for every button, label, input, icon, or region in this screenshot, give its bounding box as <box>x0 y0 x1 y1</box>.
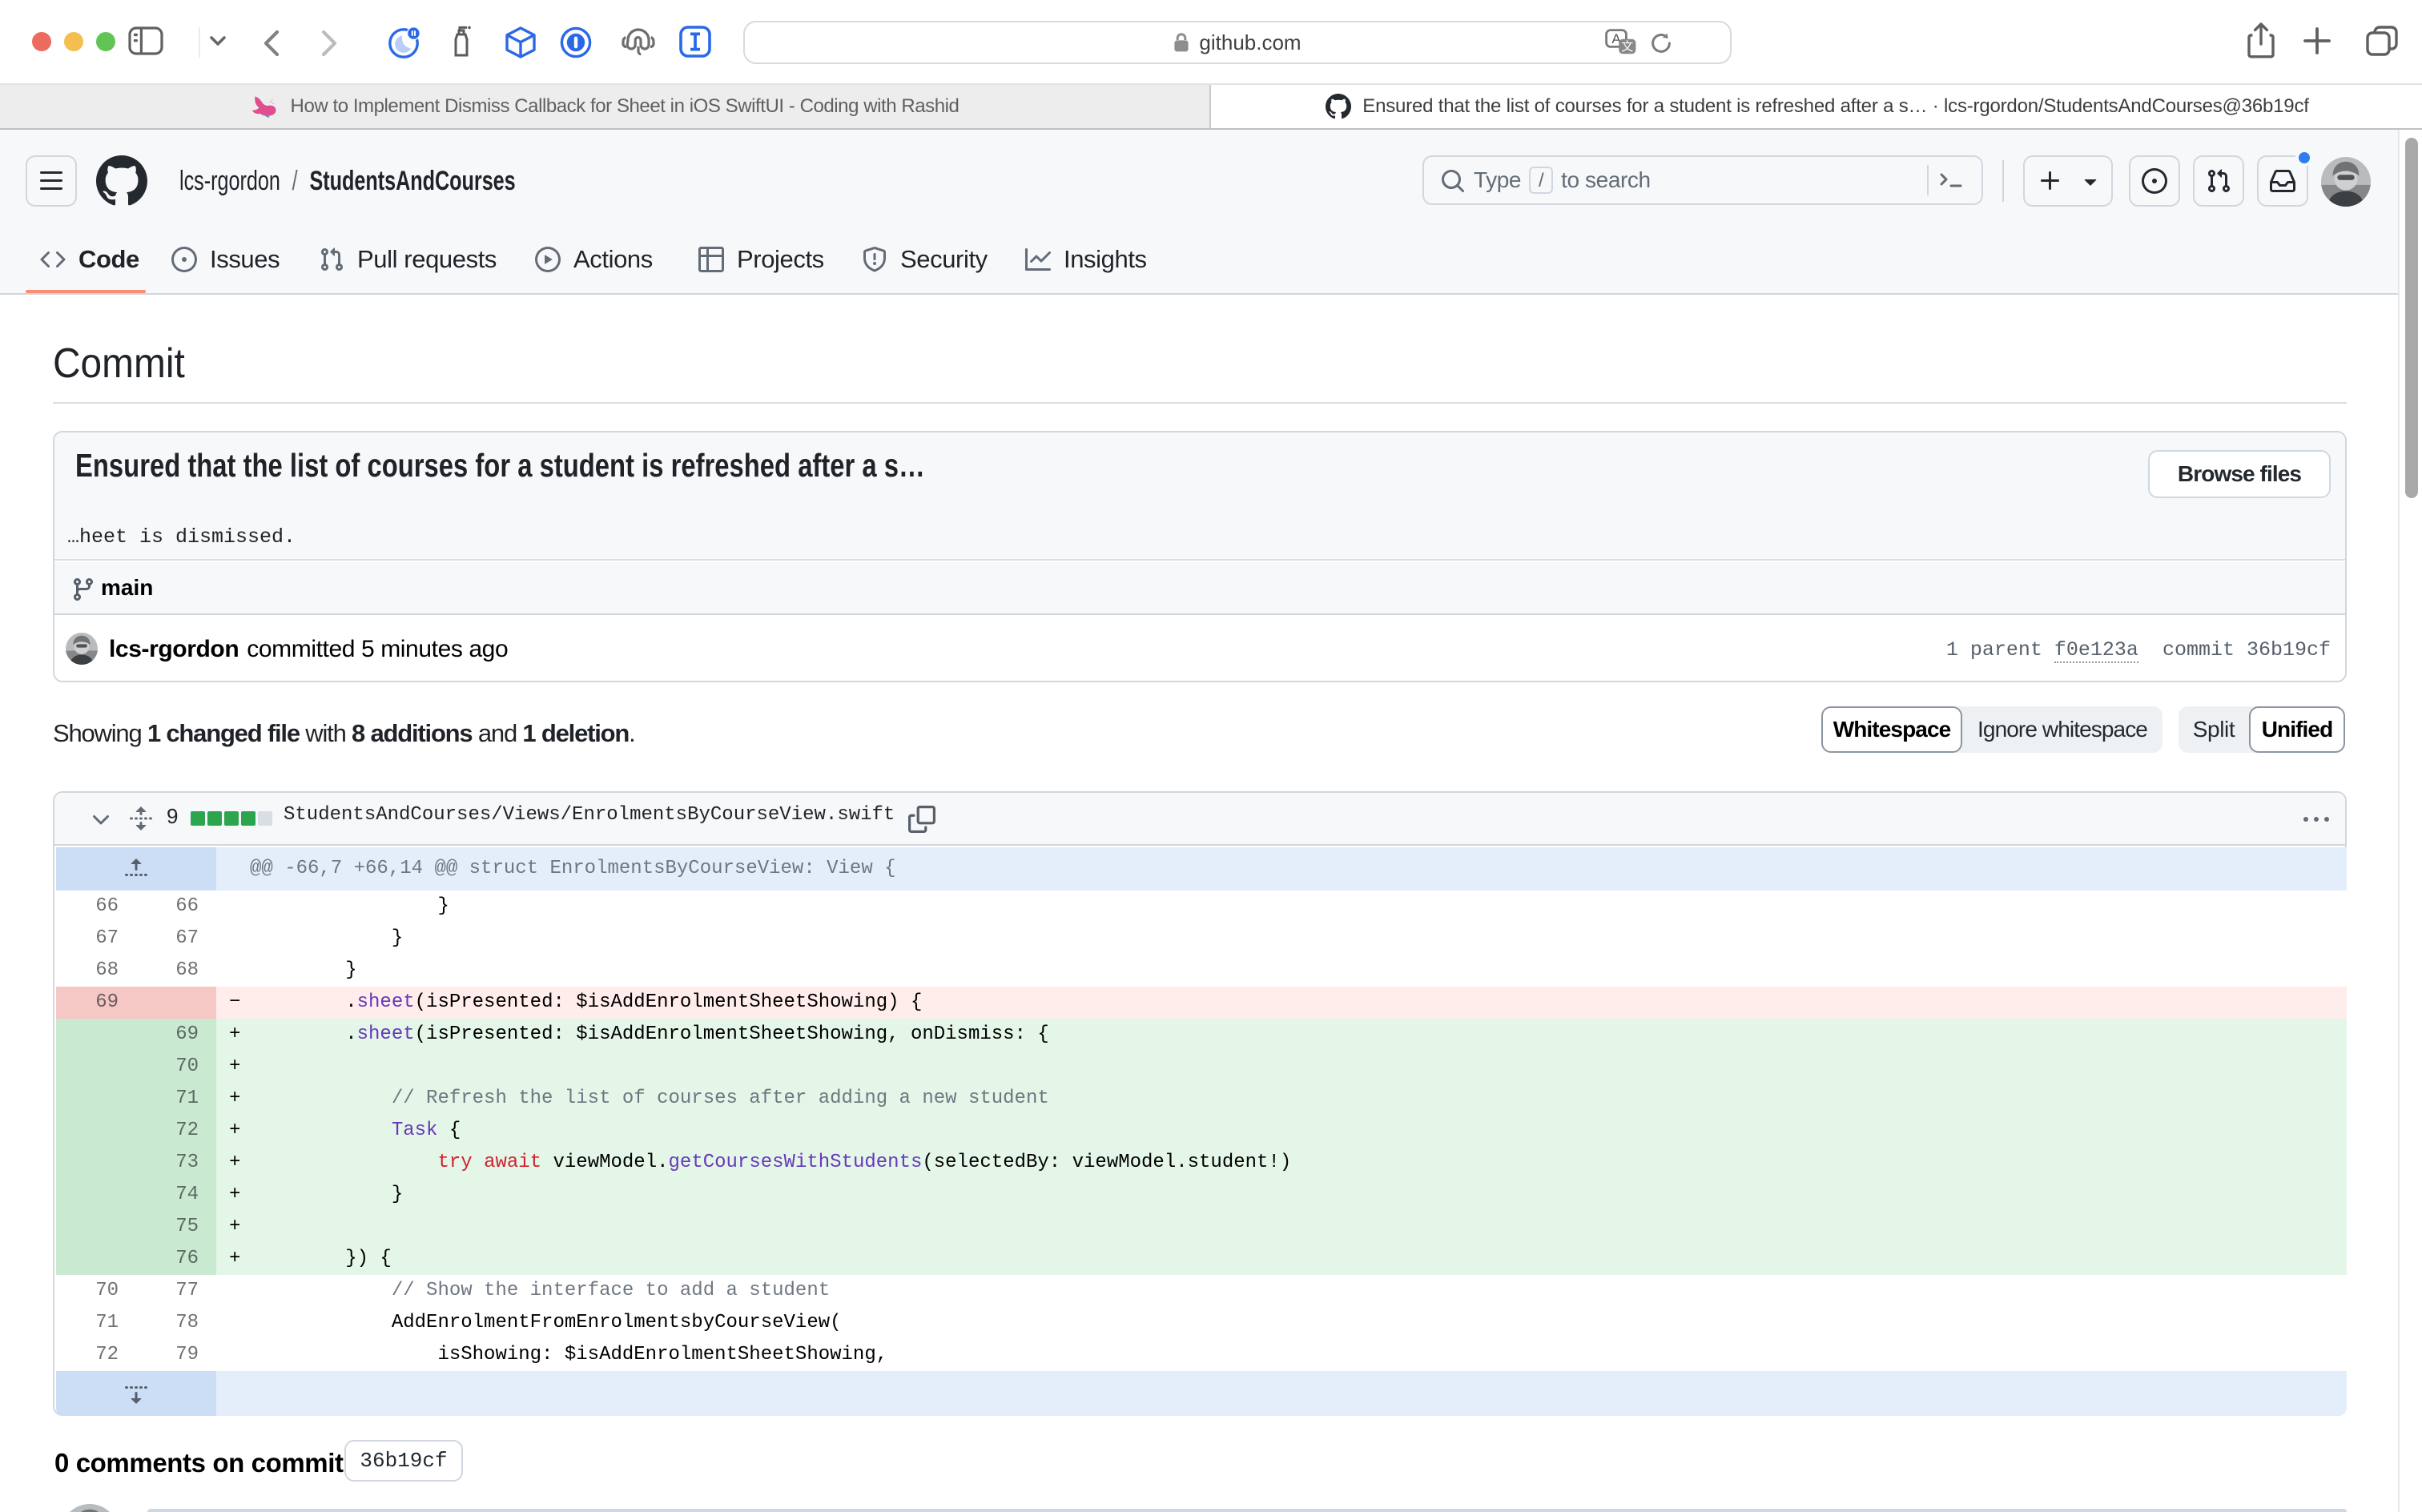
svg-text:文: 文 <box>1621 40 1633 54</box>
